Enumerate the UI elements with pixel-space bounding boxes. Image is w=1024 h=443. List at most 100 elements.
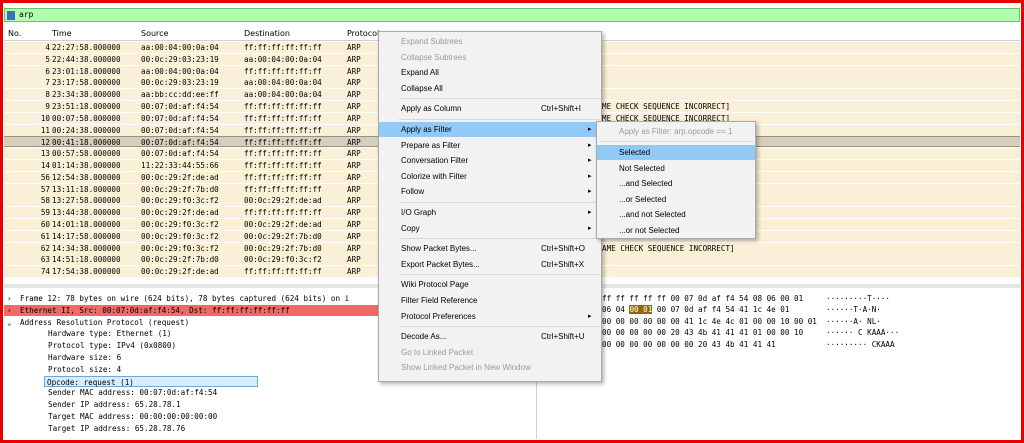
packet-destination: ff:ff:ff:ff:ff:ff bbox=[244, 267, 322, 277]
menu-item-filter-field-reference[interactable]: Filter Field Reference bbox=[379, 293, 601, 308]
column-header-source[interactable]: Source bbox=[141, 29, 168, 38]
detail-row[interactable]: Opcode: request (1) bbox=[44, 375, 258, 387]
menu-separator bbox=[399, 98, 599, 100]
ascii-bytes[interactable]: ······A· NL· bbox=[826, 316, 881, 327]
packet-time: 13:27:58.000000 bbox=[52, 196, 121, 206]
menu-item-label: Protocol Preferences bbox=[401, 311, 476, 321]
menu-item-apply-as-filter[interactable]: Apply as Filter ▸ bbox=[379, 122, 601, 137]
submenu-item-and-selected[interactable]: ...and Selected bbox=[597, 176, 755, 191]
hex-bytes[interactable]: 00 00 00 00 00 00 41 1c 4e 4c 01 00 00 1… bbox=[602, 316, 817, 327]
menu-item-protocol-preferences[interactable]: Protocol Preferences ▸ bbox=[379, 309, 601, 324]
packet-destination: 00:0c:29:2f:7b:d0 bbox=[244, 231, 322, 241]
packet-protocol: ARP bbox=[347, 43, 361, 52]
collapsed-arrow-icon[interactable]: › bbox=[7, 293, 12, 304]
menu-item-decode-as[interactable]: Decode As... Ctrl+Shift+U bbox=[379, 329, 601, 344]
ascii-bytes[interactable]: ······T·A·N· bbox=[826, 304, 881, 315]
packet-protocol: ARP bbox=[347, 172, 361, 182]
packet-source: 11:22:33:44:55:66 bbox=[141, 161, 219, 170]
menu-item-collapse-all[interactable]: Collapse All bbox=[379, 81, 601, 96]
menu-item-i-o-graph[interactable]: I/O Graph ▸ bbox=[379, 205, 601, 220]
menu-item-conversation-filter[interactable]: Conversation Filter ▸ bbox=[379, 153, 601, 168]
ascii-bytes[interactable]: ·········T···· bbox=[826, 293, 890, 304]
menu-item-wiki-protocol-page[interactable]: Wiki Protocol Page bbox=[379, 277, 601, 292]
display-filter-bar[interactable]: arp bbox=[4, 8, 1020, 22]
menu-item-prepare-as-filter[interactable]: Prepare as Filter ▸ bbox=[379, 138, 601, 153]
menu-item-shortcut: Ctrl+Shift+U bbox=[541, 332, 585, 342]
menu-item-label: Expand Subtrees bbox=[401, 37, 463, 46]
submenu-item-and-not-selected[interactable]: ...and not Selected bbox=[597, 207, 755, 222]
menu-item-label: Colorize with Filter bbox=[401, 171, 467, 181]
menu-item-colorize-with-filter[interactable]: Colorize with Filter ▸ bbox=[379, 169, 601, 184]
collapsed-arrow-icon[interactable]: › bbox=[7, 305, 12, 316]
menu-item-export-packet-bytes[interactable]: Export Packet Bytes... Ctrl+Shift+X bbox=[379, 257, 601, 272]
submenu-item-selected[interactable]: Selected bbox=[597, 145, 755, 160]
submenu-arrow-icon: ▸ bbox=[588, 224, 592, 232]
packet-no: 63 bbox=[40, 255, 50, 265]
menu-item-expand-all[interactable]: Expand All bbox=[379, 65, 601, 80]
detail-text: Frame 12: 78 bytes on wire (624 bits), 7… bbox=[20, 294, 350, 303]
submenu-arrow-icon: ▸ bbox=[588, 209, 592, 216]
detail-text: Sender IP address: 65.28.78.1 bbox=[48, 400, 181, 410]
menu-item-label: Wiki Protocol Page bbox=[401, 280, 469, 290]
menu-separator bbox=[399, 119, 599, 120]
packet-time: 14:51:18.000000 bbox=[52, 255, 121, 265]
ascii-bytes[interactable]: ······ C KAAA··· bbox=[826, 327, 899, 338]
packet-time: 23:01:18.000000 bbox=[52, 66, 121, 76]
expanded-arrow-icon[interactable]: ⌄ bbox=[7, 317, 12, 328]
hex-bytes[interactable]: 00 00 00 00 00 20 43 4b 41 41 41 01 00 0… bbox=[602, 327, 803, 338]
menu-item-show-packet-bytes[interactable]: Show Packet Bytes... Ctrl+Shift+O bbox=[379, 241, 601, 256]
packet-source: 00:07:0d:af:f4:54 bbox=[141, 125, 219, 135]
menu-item-label: Copy bbox=[401, 223, 420, 233]
packet-no: 6 bbox=[45, 66, 50, 76]
packet-protocol: ARP bbox=[347, 255, 361, 265]
menu-item-apply-as-column[interactable]: Apply as Column Ctrl+Shift+I bbox=[379, 101, 601, 116]
packet-time: 14:34:38.000000 bbox=[52, 243, 121, 253]
menu-item-copy[interactable]: Copy ▸ bbox=[379, 221, 601, 236]
packet-protocol: ARP bbox=[347, 149, 361, 159]
hex-bytes[interactable]: 00 00 00 00 00 00 00 20 43 4b 41 41 41 bbox=[602, 339, 776, 350]
menu-item-label: I/O Graph bbox=[401, 208, 437, 217]
detail-text: Sender MAC address: 00:07:0d:af:f4:54 bbox=[48, 388, 218, 398]
menu-item-label: Show Linked Packet in New Window bbox=[401, 363, 531, 373]
hex-bytes[interactable]: ff ff ff ff ff 00 07 0d af f4 54 08 06 0… bbox=[602, 293, 803, 304]
packet-no: 74 bbox=[40, 267, 50, 277]
column-header-no[interactable]: No. bbox=[8, 29, 21, 38]
packet-protocol: ARP bbox=[347, 138, 361, 148]
packet-destination: aa:00:04:00:0a:04 bbox=[244, 54, 322, 64]
packet-no: 8 bbox=[45, 90, 50, 100]
packet-time: 00:24:38.000000 bbox=[52, 125, 121, 135]
packet-time: 23:17:58.000000 bbox=[52, 78, 121, 88]
menu-item-label: Decode As... bbox=[401, 332, 447, 342]
packet-protocol: ARP bbox=[347, 196, 361, 206]
packet-time: 23:34:38.000000 bbox=[52, 90, 121, 100]
column-header-protocol[interactable]: Protocol bbox=[347, 29, 379, 38]
menu-separator bbox=[399, 238, 599, 240]
submenu-item-or-not-selected[interactable]: ...or not Selected bbox=[597, 223, 755, 238]
packet-protocol: ARP bbox=[347, 208, 361, 218]
detail-text: Target MAC address: 00:00:00:00:00:00 bbox=[48, 412, 218, 421]
bookmark-icon[interactable] bbox=[7, 11, 15, 20]
packet-source: 00:0c:29:f0:3c:f2 bbox=[141, 220, 219, 229]
column-header-time[interactable]: Time bbox=[52, 29, 72, 38]
packet-protocol: ARP bbox=[347, 113, 361, 123]
column-header-destination[interactable]: Destination bbox=[244, 29, 290, 38]
menu-item-follow[interactable]: Follow ▸ bbox=[379, 184, 601, 199]
packet-time: 00:41:18.000000 bbox=[52, 138, 121, 148]
packet-source: 00:0c:29:f0:3c:f2 bbox=[141, 243, 219, 253]
packet-no: 11 bbox=[40, 125, 50, 135]
submenu-item-or-selected[interactable]: ...or Selected bbox=[597, 192, 755, 207]
hex-bytes[interactable]: 06 04 00 01 00 07 0d af f4 54 41 1c 4e 0… bbox=[602, 304, 789, 315]
menu-item-label: Filter Field Reference bbox=[401, 296, 478, 305]
packet-no: 10 bbox=[40, 113, 50, 123]
menu-item-label: Conversation Filter bbox=[401, 156, 469, 166]
highlighted-bytes[interactable]: 00 01 bbox=[629, 305, 653, 315]
submenu-arrow-icon: ▸ bbox=[588, 141, 592, 149]
packet-destination: ff:ff:ff:ff:ff:ff bbox=[244, 102, 322, 111]
submenu-arrow-icon: ▸ bbox=[588, 188, 592, 196]
display-filter-input[interactable]: arp bbox=[19, 10, 33, 19]
submenu-item-not-selected[interactable]: Not Selected bbox=[597, 161, 755, 176]
ascii-bytes[interactable]: ········· CKAAA bbox=[826, 339, 895, 350]
packet-protocol: ARP bbox=[347, 161, 361, 170]
packet-time: 12:54:38.000000 bbox=[52, 172, 121, 182]
packet-time: 13:11:18.000000 bbox=[52, 184, 121, 194]
